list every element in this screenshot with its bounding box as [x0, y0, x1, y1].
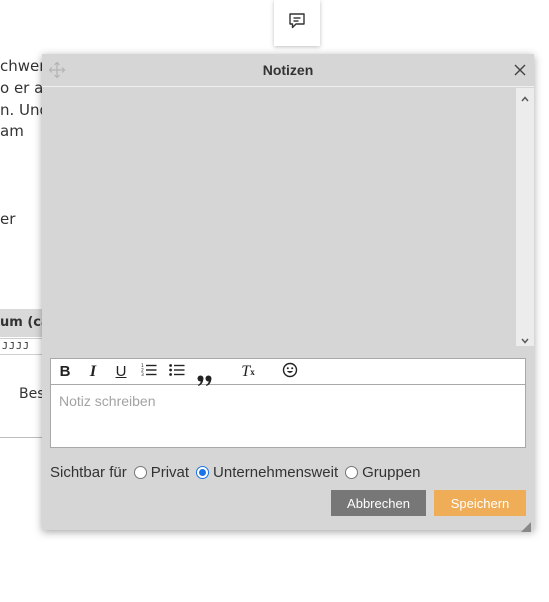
visibility-option-gruppen[interactable]: Gruppen: [345, 464, 420, 481]
background-text-line: chwer: [0, 57, 46, 75]
visibility-option-unternehmensweit[interactable]: Unternehmensweit: [196, 464, 338, 481]
background-divider: [0, 338, 44, 339]
bullet-list-icon: [169, 362, 185, 381]
notes-toggle-button[interactable]: [274, 0, 320, 46]
radio-label: Unternehmensweit: [213, 463, 339, 481]
bullet-list-button[interactable]: [167, 362, 187, 381]
save-button[interactable]: Speichern: [434, 490, 526, 516]
radio-label: Privat: [150, 463, 190, 481]
background-text-line: er: [0, 210, 16, 228]
background-divider: [0, 354, 44, 355]
ordered-list-button[interactable]: 123: [139, 362, 159, 381]
radio-unternehmensweit[interactable]: [196, 465, 210, 479]
radio-label: Gruppen: [362, 463, 421, 481]
notes-list: [42, 88, 516, 346]
visibility-label: Sichtbar für: [50, 463, 127, 481]
clear-format-sub: x: [250, 366, 255, 377]
emoji-button[interactable]: [280, 362, 300, 381]
svg-text:3: 3: [141, 372, 144, 377]
cancel-button[interactable]: Abbrechen: [331, 490, 426, 516]
close-icon[interactable]: [512, 62, 528, 78]
bold-button[interactable]: B: [55, 362, 75, 381]
notes-dialog: Notizen B I U 123 T x Notiz schreiben Si…: [42, 54, 534, 532]
italic-button[interactable]: I: [83, 362, 103, 381]
scroll-up-icon[interactable]: [519, 90, 531, 102]
ordered-list-icon: 123: [141, 362, 157, 381]
clear-format-button[interactable]: Tx: [238, 362, 258, 381]
clear-format-label: T: [241, 362, 251, 380]
dialog-title: Notizen: [262, 62, 314, 78]
visibility-option-privat[interactable]: Privat: [133, 463, 190, 481]
background-date-format: JJJJ: [2, 341, 31, 352]
background-column-header: um (ca: [0, 309, 44, 337]
background-text-line: am: [0, 122, 24, 140]
background-row-text: Bes: [19, 386, 45, 402]
underline-button[interactable]: U: [111, 362, 131, 381]
note-editor: B I U 123 T x Notiz schreiben: [50, 358, 526, 448]
editor-toolbar: B I U 123 T x: [51, 359, 525, 386]
scroll-down-icon[interactable]: [519, 332, 531, 344]
comment-icon: [287, 11, 307, 35]
note-input[interactable]: [51, 385, 525, 447]
visibility-selector: Sichtbar für Privat Unternehmensweit Gru…: [50, 462, 427, 482]
notes-scrollbar[interactable]: [516, 88, 534, 346]
resize-grip-icon[interactable]: [521, 517, 531, 532]
radio-gruppen[interactable]: [345, 465, 359, 479]
radio-privat[interactable]: [133, 465, 147, 479]
background-divider: [0, 437, 44, 438]
emoji-icon: [282, 362, 298, 382]
dialog-titlebar[interactable]: Notizen: [42, 54, 534, 87]
